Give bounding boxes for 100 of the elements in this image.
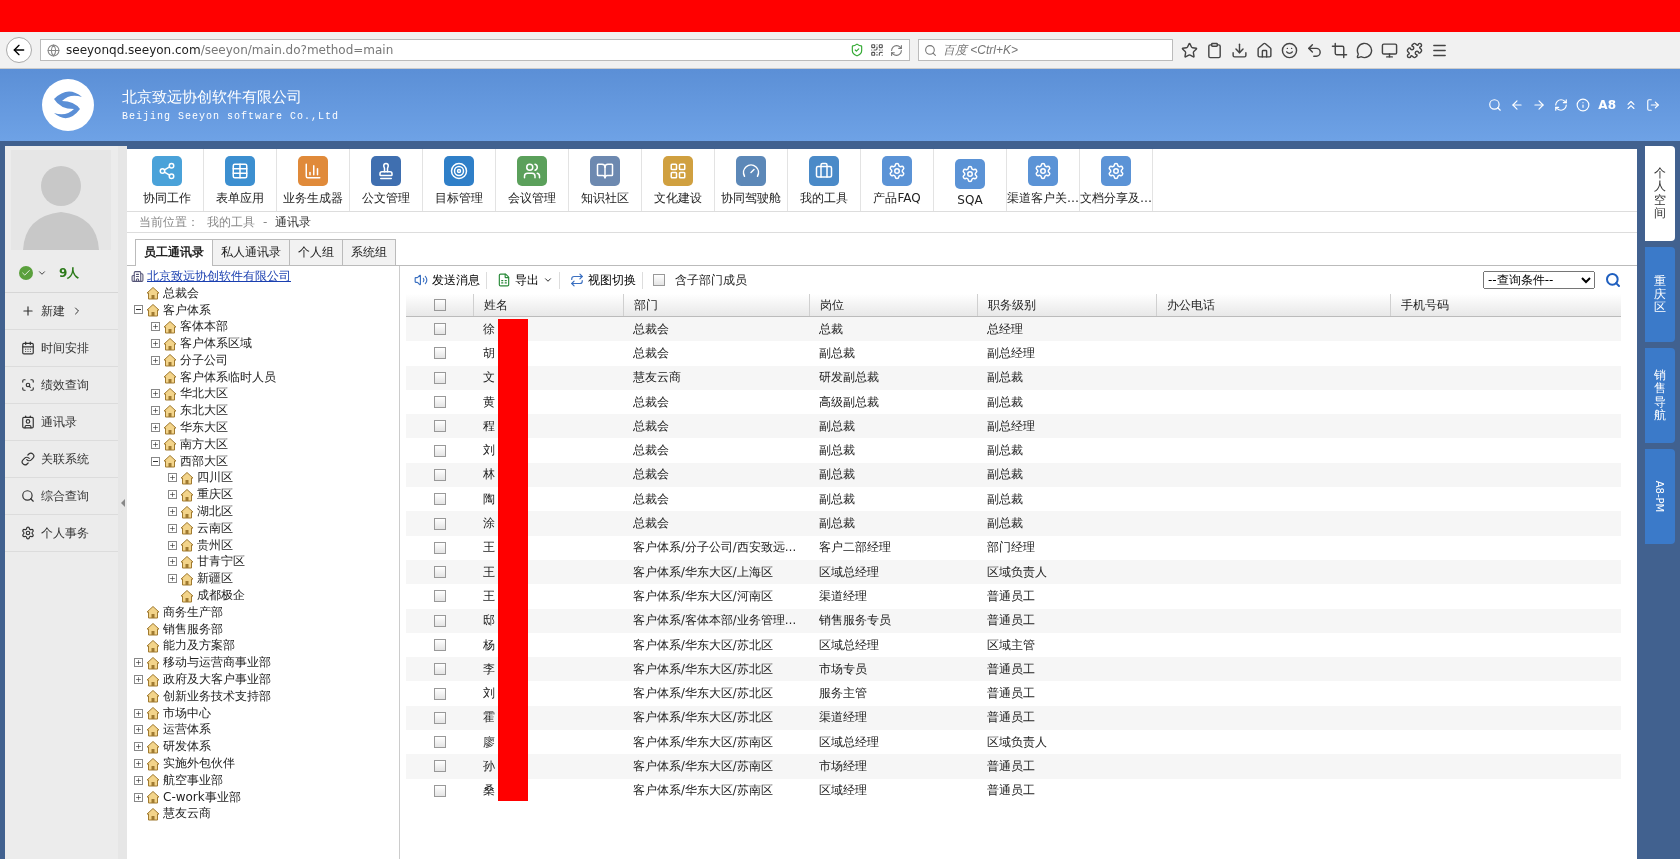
app-launcher[interactable]: 渠道客户关… (1007, 149, 1080, 211)
checkbox[interactable] (433, 663, 446, 676)
checkbox[interactable] (433, 614, 446, 627)
tree-item[interactable]: 四川区 (197, 469, 233, 487)
tree-item[interactable]: 贵州区 (197, 536, 233, 554)
side-tab[interactable]: 销售导航 (1645, 348, 1675, 443)
info-icon[interactable] (1576, 98, 1591, 112)
column-header[interactable]: 手机号码 (1390, 294, 1568, 316)
star-icon[interactable] (1181, 41, 1198, 59)
column-header[interactable]: 职务级别 (977, 294, 1156, 316)
shield-icon[interactable] (850, 43, 864, 57)
expand-toggle[interactable] (134, 759, 143, 768)
app-launcher[interactable]: 协同工作 (131, 149, 204, 211)
smiley-icon[interactable] (1281, 41, 1298, 59)
expand-toggle[interactable] (134, 675, 143, 684)
tree-item[interactable]: 客体本部 (180, 318, 228, 336)
search-field[interactable]: 百度 <Ctrl+K> (918, 39, 1173, 61)
expand-toggle[interactable] (168, 523, 177, 533)
checkbox[interactable] (433, 299, 446, 311)
expand-toggle[interactable] (151, 406, 160, 416)
tree-item[interactable]: 市场中心 (163, 704, 211, 722)
tree-item[interactable]: 云南区 (197, 519, 233, 537)
crop-icon[interactable] (1331, 41, 1348, 59)
collapse-toggle[interactable] (134, 305, 143, 315)
app-launcher[interactable]: 表单应用 (204, 149, 277, 211)
checkbox[interactable] (433, 323, 446, 336)
qr-code-icon[interactable] (870, 43, 884, 57)
clipboard-icon[interactable] (1206, 41, 1223, 59)
tree-item[interactable]: 甘青宁区 (197, 553, 245, 571)
app-launcher[interactable]: 文化建设 (642, 149, 715, 211)
undo-icon[interactable] (1306, 41, 1323, 59)
expand-toggle[interactable] (134, 775, 143, 785)
column-header[interactable]: 岗位 (809, 294, 977, 316)
tree-item[interactable]: 重庆区 (197, 486, 233, 504)
checkbox[interactable] (433, 784, 446, 797)
checkbox[interactable] (433, 493, 446, 506)
puzzle-icon[interactable] (1406, 41, 1423, 59)
checkbox[interactable] (433, 517, 446, 530)
tree-item[interactable]: 西部大区 (180, 452, 228, 470)
online-status-icon[interactable] (19, 266, 33, 280)
tree-item[interactable]: 实施外包伙伴 (163, 755, 235, 772)
tree-item[interactable]: 政府及大客户事业部 (163, 671, 271, 689)
refresh-icon[interactable] (1554, 98, 1569, 112)
checkbox[interactable] (653, 274, 665, 286)
app-launcher[interactable]: 我的工具 (788, 149, 861, 211)
expand-toggle[interactable] (168, 473, 177, 483)
home-icon[interactable] (1256, 41, 1273, 59)
column-header[interactable]: 办公电话 (1156, 294, 1390, 316)
arrow-right-icon[interactable] (1532, 98, 1547, 112)
checkbox[interactable] (433, 687, 446, 700)
checkbox[interactable] (433, 566, 446, 579)
tree-item[interactable]: 华东大区 (180, 419, 228, 437)
app-launcher[interactable]: 文档分享及… (1080, 149, 1153, 211)
address-field[interactable]: seeyonqd.seeyon.com/seeyon/main.do?method=main (40, 39, 910, 61)
send-message-button[interactable]: 发送消息 (414, 271, 487, 289)
expand-toggle[interactable] (151, 339, 160, 349)
tree-item[interactable]: 新疆区 (197, 570, 233, 588)
tree-item[interactable]: 商务生产部 (163, 603, 223, 621)
logout-icon[interactable] (1646, 98, 1660, 112)
tab[interactable]: 系统组 (342, 239, 396, 265)
back-button[interactable] (6, 37, 32, 63)
app-launcher[interactable]: 业务生成器 (277, 149, 350, 211)
checkbox[interactable] (433, 468, 446, 481)
expand-toggle[interactable] (134, 742, 143, 752)
checkbox[interactable] (433, 420, 446, 433)
expand-toggle[interactable] (151, 322, 160, 332)
side-tab[interactable]: 重庆区 (1645, 247, 1675, 342)
tree-item[interactable]: 运营体系 (163, 721, 211, 739)
caret-icon[interactable] (37, 268, 47, 278)
checkbox[interactable] (433, 541, 446, 554)
checkbox[interactable] (433, 396, 446, 409)
app-launcher[interactable]: 会议管理 (496, 149, 569, 211)
expand-toggle[interactable] (134, 792, 143, 802)
tree-item[interactable]: 华北大区 (180, 385, 228, 403)
arrow-left-icon[interactable] (1510, 98, 1525, 112)
monitor-icon[interactable] (1381, 41, 1398, 59)
search-icon[interactable] (1488, 98, 1503, 112)
tree-item[interactable]: 总裁会 (163, 284, 199, 302)
tab[interactable]: 员工通讯录 (135, 239, 213, 266)
export-button[interactable]: 导出 (497, 271, 560, 289)
checkbox[interactable] (433, 347, 446, 360)
tree-item[interactable]: 研发体系 (163, 738, 211, 756)
app-launcher[interactable]: 公文管理 (350, 149, 423, 211)
expand-toggle[interactable] (168, 507, 177, 517)
tree-item[interactable]: 成都极企 (197, 587, 245, 605)
expand-toggle[interactable] (151, 355, 160, 365)
checkbox[interactable] (433, 371, 446, 384)
column-header[interactable]: 姓名 (473, 294, 623, 316)
expand-toggle[interactable] (168, 540, 177, 550)
expand-toggle[interactable] (168, 574, 177, 584)
tree-item[interactable]: 南方大区 (180, 435, 228, 453)
tree-item[interactable]: 慧友云商 (163, 805, 211, 823)
tree-item[interactable]: 客户体系 (163, 301, 211, 319)
tree-item[interactable]: 东北大区 (180, 402, 228, 420)
checkbox[interactable] (433, 760, 446, 773)
expand-toggle[interactable] (151, 389, 160, 399)
tree-item[interactable]: 湖北区 (197, 503, 233, 521)
checkbox[interactable] (433, 639, 446, 651)
query-dropdown[interactable]: --查询条件-- (1483, 271, 1595, 289)
tree-item[interactable]: 客户体系临时人员 (180, 368, 276, 386)
